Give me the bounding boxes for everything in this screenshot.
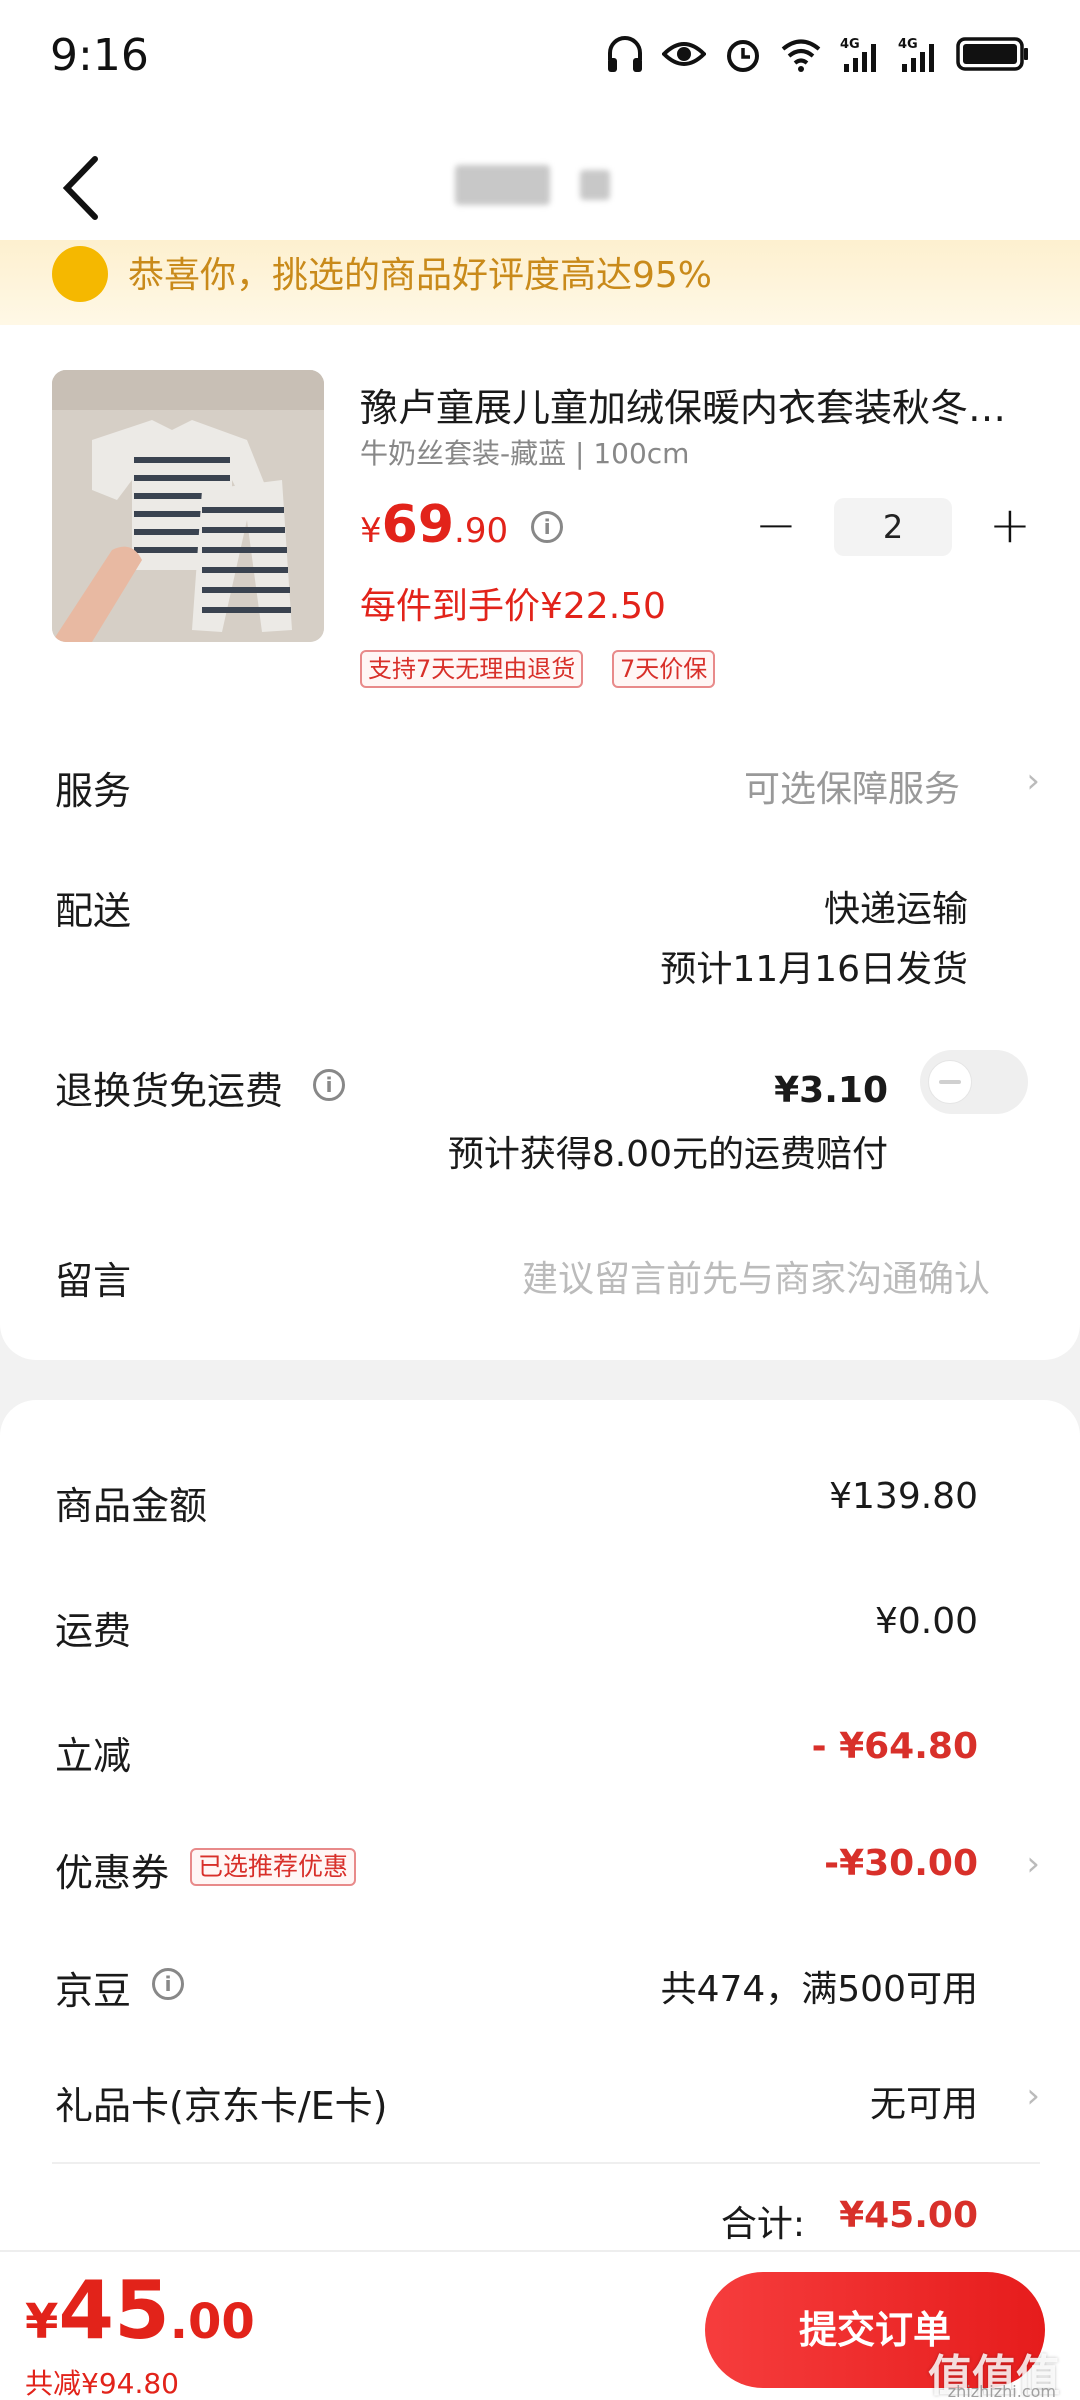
payable-symbol: ¥: [25, 2294, 59, 2350]
product-image[interactable]: [52, 370, 324, 642]
payable-decimal: .00: [169, 2294, 255, 2350]
product-price: ¥69.90 i: [360, 495, 564, 555]
divider: [52, 2162, 1040, 2164]
goods-amount-label: 商品金额: [55, 1484, 208, 1528]
message-label: 留言: [55, 1259, 132, 1303]
payable-amount: ¥45.00: [25, 2264, 255, 2357]
info-icon[interactable]: i: [531, 511, 564, 543]
jd-beans-label: 京豆: [55, 1969, 132, 2013]
chevron-right-icon[interactable]: ›: [1026, 1844, 1040, 1884]
price-summary-card: 商品金额 ¥139.80 运费 ¥0.00 立减 - ¥64.80 优惠券 已选…: [0, 1400, 1080, 2280]
status-time: 9:16: [50, 30, 149, 81]
shipping-label: 运费: [55, 1609, 132, 1653]
return-shipping-price: ¥3.10: [774, 1070, 888, 1111]
coupon-label: 优惠券: [55, 1851, 170, 1895]
chevron-right-icon[interactable]: ›: [1026, 761, 1040, 801]
product-spec[interactable]: 牛奶丝套装-藏蓝 | 100cm: [360, 432, 689, 472]
smile-badge-icon: [52, 246, 108, 302]
checkout-bar: ¥45.00 共减¥94.80 提交订单: [0, 2250, 1080, 2400]
minus-button[interactable]: −: [746, 497, 806, 557]
gift-card-value[interactable]: 无可用: [870, 2075, 978, 2127]
delivery-label: 配送: [55, 889, 132, 933]
chevron-right-icon[interactable]: ›: [1026, 2076, 1040, 2116]
service-value[interactable]: 可选保障服务: [744, 760, 960, 812]
delivery-method: 快递运输: [823, 889, 968, 930]
navbar: [0, 115, 1080, 255]
return-shipping-note: 预计获得8.00元的运费赔付: [447, 1134, 888, 1175]
goods-amount-value: ¥139.80: [829, 1476, 978, 1517]
status-icons: 4G 4G: [606, 34, 1030, 74]
signal-4g-icon: 4G: [840, 37, 876, 72]
return-shipping-label: 退换货免运费: [55, 1069, 284, 1113]
rating-banner: 恭喜你，挑选的商品好评度高达95%: [0, 240, 1080, 325]
product-title[interactable]: 豫卢童展儿童加绒保暖内衣套装秋冬…: [360, 377, 1030, 432]
discount-label: 立减: [55, 1734, 132, 1778]
message-input[interactable]: 建议留言前先与商家沟通确认: [522, 1250, 990, 1302]
order-card: 豫卢童展儿童加绒保暖内衣套装秋冬… 牛奶丝套装-藏蓝 | 100cm ¥69.9…: [0, 325, 1080, 1360]
plus-button[interactable]: +: [980, 497, 1040, 557]
info-icon[interactable]: i: [313, 1069, 345, 1101]
service-label: 服务: [55, 769, 132, 813]
total-value: ¥45.00: [839, 2195, 978, 2236]
svg-text:4G: 4G: [898, 37, 918, 52]
svg-text:4G: 4G: [840, 37, 860, 52]
return-policy-tag: 支持7天无理由退货: [360, 650, 584, 688]
coupon-value[interactable]: -¥30.00: [824, 1843, 978, 1884]
eye-icon: [662, 42, 706, 66]
toggle-knob: [928, 1060, 972, 1104]
price-integer: 69: [381, 495, 455, 555]
price-protect-tag: 7天价保: [612, 650, 716, 688]
alarm-icon: [727, 40, 759, 72]
price-symbol: ¥: [360, 511, 382, 551]
shipping-value: ¥0.00: [874, 1601, 978, 1642]
gift-card-label: 礼品卡(京东卡/E卡): [55, 2084, 388, 2128]
total-saved: 共减¥94.80: [25, 2367, 179, 2400]
chevron-left-icon[interactable]: [55, 153, 115, 223]
headphones-icon: [608, 36, 642, 72]
watermark-url: zhizhizhi.com: [947, 2382, 1056, 2400]
price-decimal: .90: [454, 511, 509, 551]
discount-value: - ¥64.80: [811, 1726, 978, 1767]
payable-integer: 45: [58, 2264, 170, 2357]
return-shipping-toggle[interactable]: [920, 1050, 1028, 1114]
jd-beans-value: 共474，满500可用: [660, 1969, 978, 2010]
signal-4g-icon: 4G: [898, 37, 934, 72]
status-bar: 9:16 4G 4G: [0, 0, 1080, 115]
delivery-eta: 预计11月16日发货: [660, 949, 968, 990]
total-label: 合计:: [720, 2204, 805, 2245]
info-icon[interactable]: i: [152, 1968, 184, 2000]
banner-text: 恭喜你，挑选的商品好评度高达95%: [128, 255, 713, 296]
quantity-input[interactable]: 2: [834, 498, 952, 556]
wifi-icon: [781, 39, 821, 72]
coupon-selected-tag: 已选推荐优惠: [190, 1848, 357, 1886]
blurred-title: [455, 165, 625, 205]
quantity-stepper: − 2 +: [746, 497, 1040, 557]
battery-icon: [956, 37, 1028, 71]
unit-price: 每件到手价¥22.50: [360, 586, 666, 627]
